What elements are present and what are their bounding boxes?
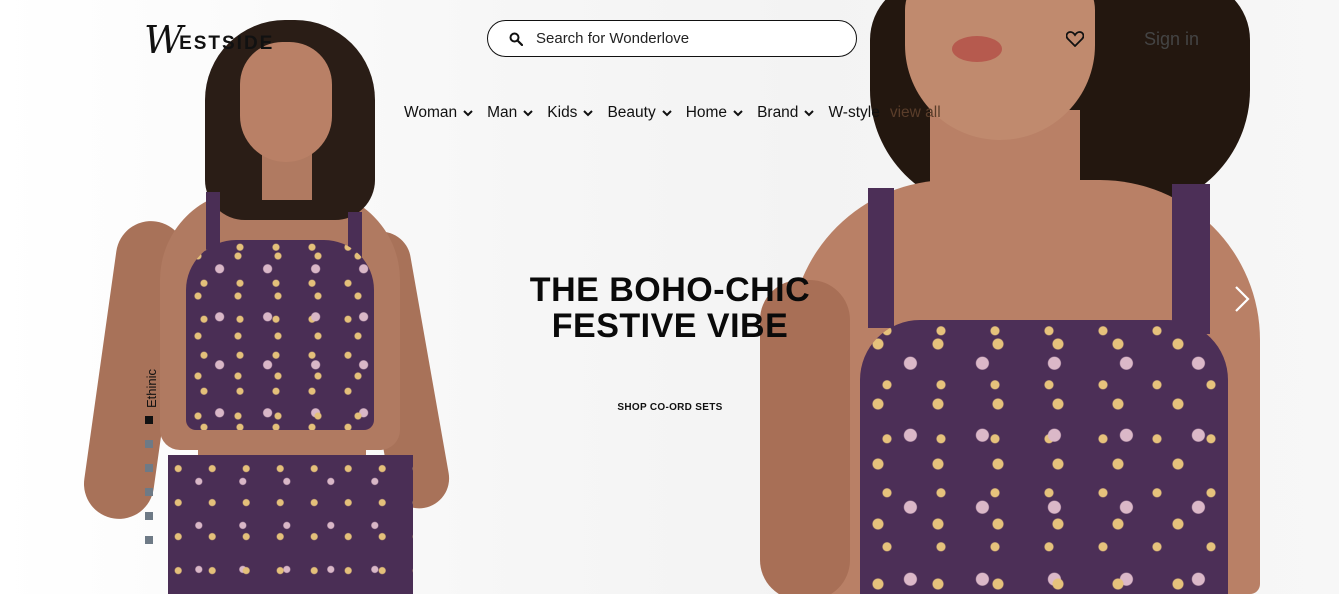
nav-item-brand[interactable]: Brand [757, 104, 815, 122]
chevron-right-icon[interactable] [1228, 282, 1256, 316]
search-bar[interactable] [487, 20, 857, 57]
model-left-top [186, 240, 374, 430]
nav-item-beauty[interactable]: Beauty [607, 104, 672, 122]
model-right-strap [1172, 184, 1210, 334]
nav-item-home[interactable]: Home [686, 104, 743, 122]
nav-item-label: Woman [404, 104, 458, 121]
main-nav: Woman Man Kids Beauty Home Brand W-style… [404, 104, 951, 122]
chevron-down-icon [583, 108, 594, 118]
nav-item-label: view all [889, 104, 941, 121]
nav-item-man[interactable]: Man [487, 104, 533, 122]
nav-item-wstyle[interactable]: W-style [828, 104, 879, 122]
westside-logo[interactable]: W ESTSIDE [144, 20, 274, 60]
signin-link[interactable]: Sign in [1144, 29, 1199, 50]
hero-title-line: THE BOHO-CHIC [529, 271, 811, 309]
shop-co-ord-sets-link[interactable]: SHOP CO-ORD SETS [570, 402, 770, 413]
nav-item-woman[interactable]: Woman [404, 104, 473, 122]
logo-text: ESTSIDE [179, 33, 275, 54]
nav-item-label: Home [685, 104, 728, 121]
model-right-lips [952, 36, 1002, 62]
heart-icon[interactable] [1064, 28, 1086, 50]
carousel-dot[interactable] [145, 488, 153, 496]
model-left-pants [168, 455, 413, 594]
carousel-dot[interactable] [145, 512, 153, 520]
nav-item-label: Beauty [607, 104, 656, 121]
nav-item-label: Brand [757, 104, 799, 121]
search-icon[interactable] [508, 31, 524, 47]
nav-item-label: W-style [828, 104, 880, 121]
nav-item-label: Man [487, 104, 518, 121]
nav-item-kids[interactable]: Kids [547, 104, 594, 122]
carousel-dot[interactable] [145, 440, 153, 448]
logo-initial: W [144, 18, 184, 62]
chevron-down-icon [523, 108, 533, 118]
chevron-down-icon [733, 108, 743, 118]
carousel-dot[interactable] [145, 416, 153, 424]
model-left-face [240, 42, 332, 162]
hero-title-line: FESTIVE VIBE [551, 307, 789, 345]
chevron-down-icon [804, 108, 815, 118]
search-input[interactable] [534, 29, 838, 48]
carousel-dot[interactable] [145, 464, 153, 472]
header-actions: Sign in [1064, 28, 1199, 50]
chevron-down-icon [463, 108, 473, 118]
nav-item-label: Kids [547, 104, 578, 121]
slide-category-label: Ethinic [144, 368, 159, 408]
carousel-dots [145, 416, 153, 560]
model-right-top [860, 320, 1228, 594]
hero-title: THE BOHO-CHIC FESTIVE VIBE [470, 272, 870, 344]
nav-item-view-all[interactable]: view all [890, 104, 941, 122]
chevron-down-icon [661, 108, 672, 118]
carousel-dot[interactable] [145, 536, 153, 544]
model-right-strap [868, 188, 894, 328]
